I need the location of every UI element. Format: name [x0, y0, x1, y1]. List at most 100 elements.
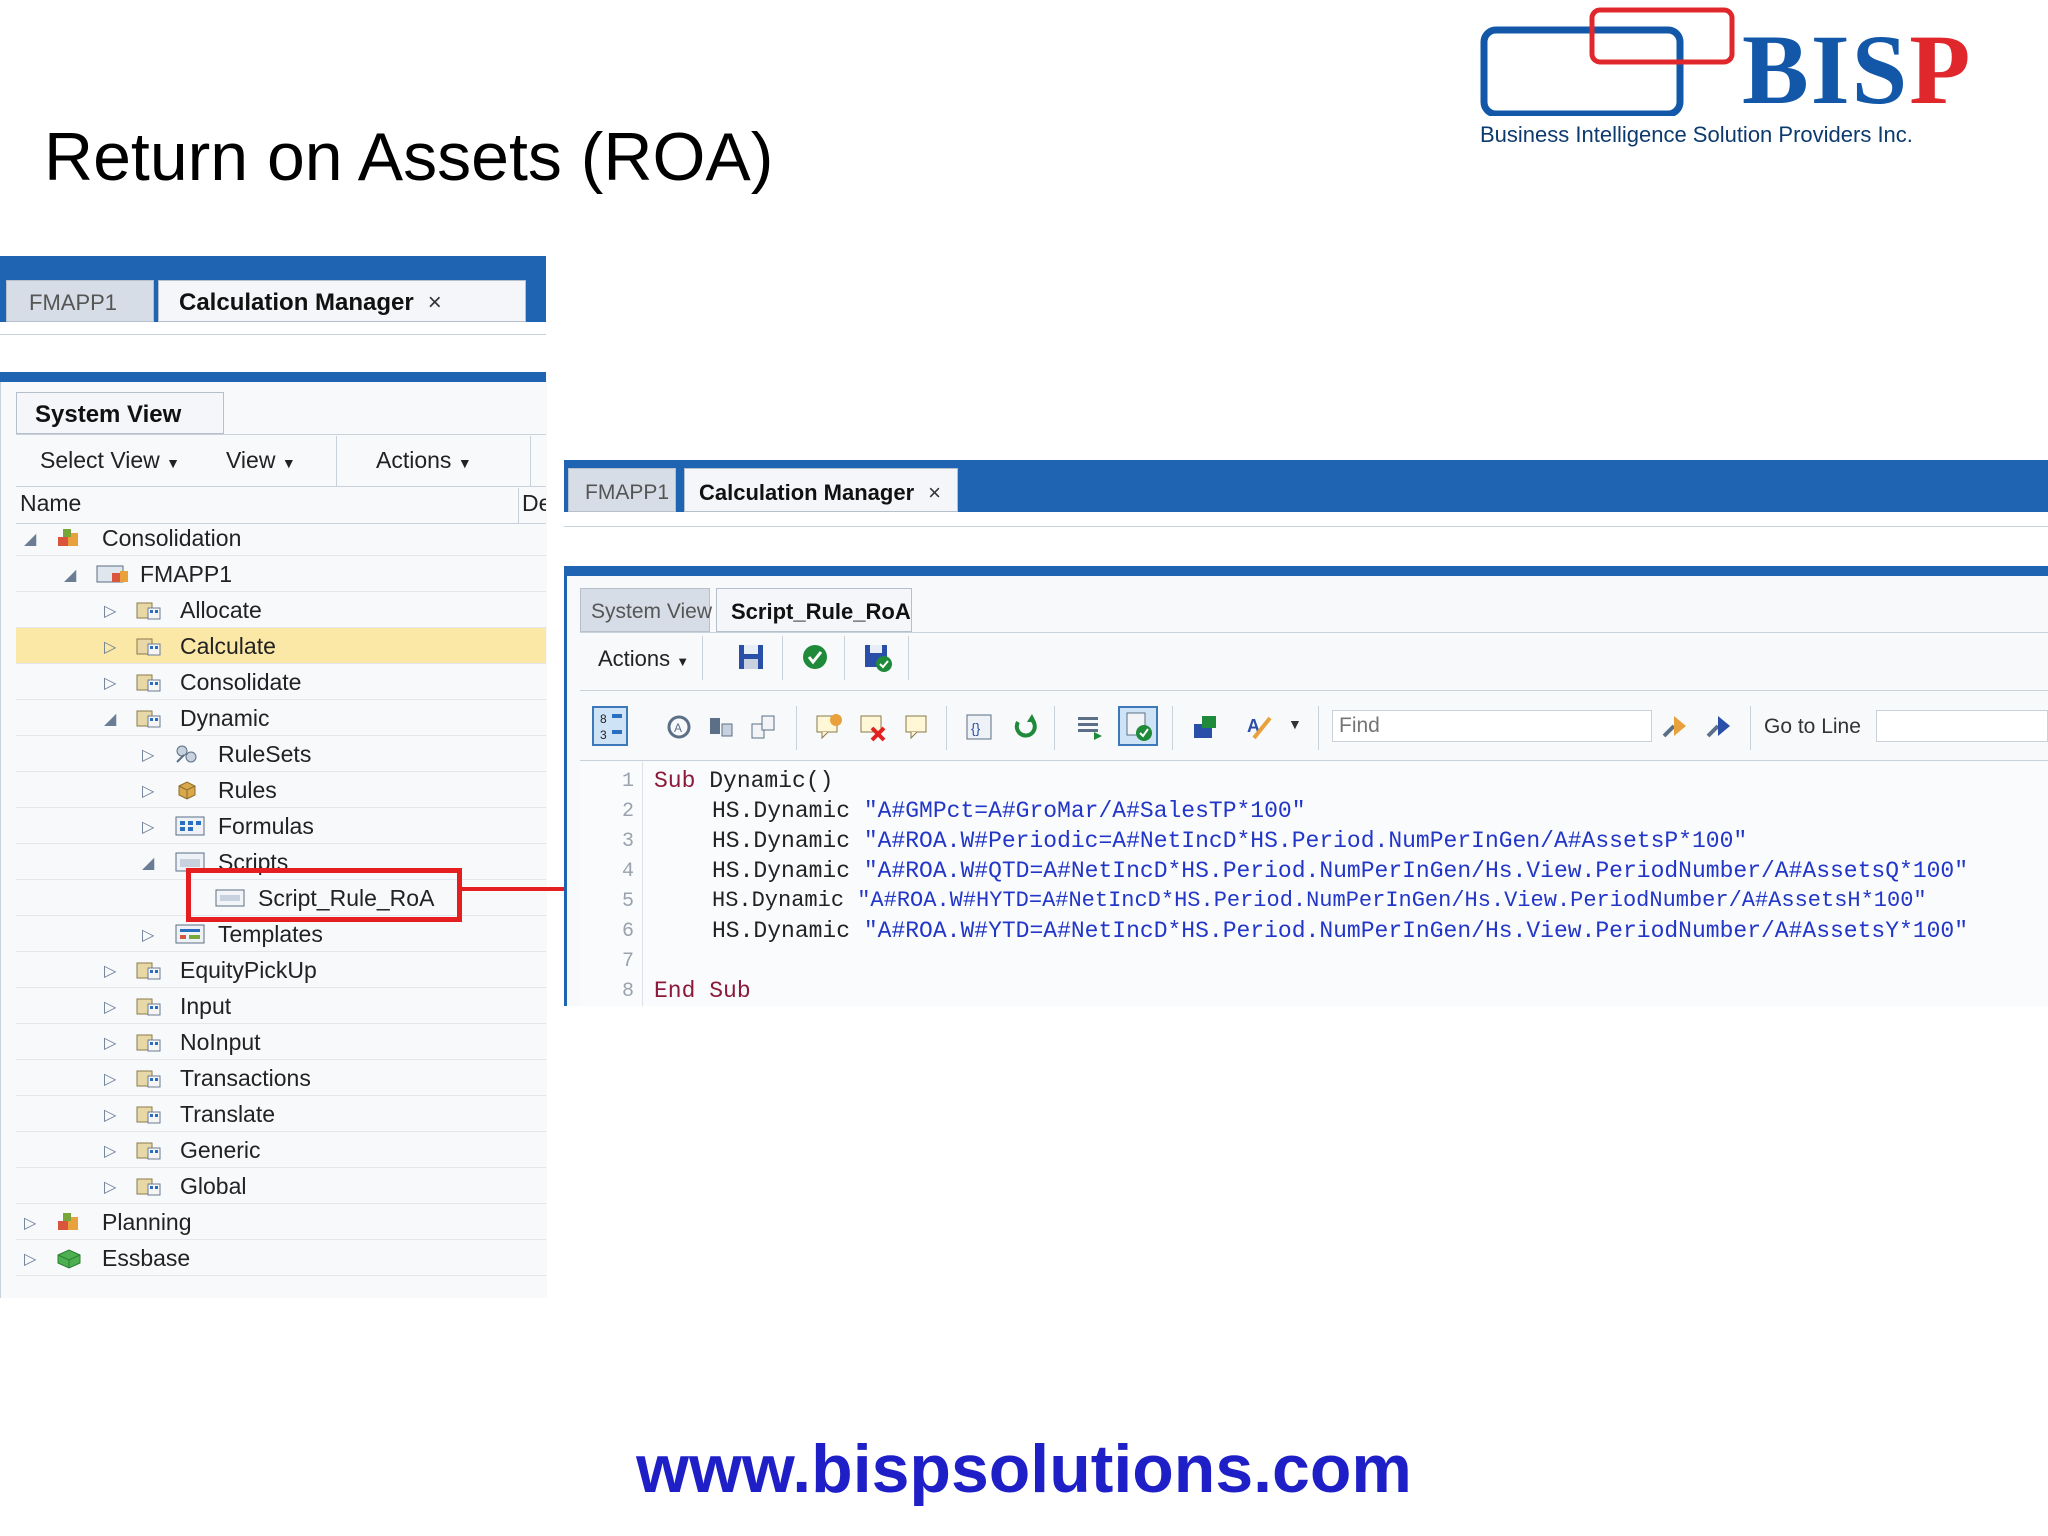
collapse-arrow-icon[interactable]: ◢: [104, 709, 116, 729]
bisp-logo: BISP Business Intelligence Solution Prov…: [1478, 6, 2048, 156]
calc-folder-icon: [136, 674, 161, 692]
syntax-check-icon[interactable]: [1118, 706, 1158, 746]
close-icon[interactable]: ×: [928, 480, 941, 505]
tree-item-translate[interactable]: ▷ Translate: [16, 1096, 546, 1132]
save-icon[interactable]: [736, 642, 766, 672]
expand-arrow-icon[interactable]: ▷: [104, 1033, 116, 1053]
spell-dropdown-icon[interactable]: ▼: [1288, 716, 1302, 732]
tree-item-generic[interactable]: ▷ Generic: [16, 1132, 546, 1168]
insert-template-icon[interactable]: [748, 712, 778, 742]
format-code-icon[interactable]: {}: [964, 712, 994, 742]
tab-script-rule-roa[interactable]: Script_Rule_RoA: [716, 588, 912, 632]
expand-arrow-icon[interactable]: ▷: [104, 601, 116, 621]
column-header-name[interactable]: Name: [20, 490, 81, 517]
footer-website-link[interactable]: www.bispsolutions.com: [0, 1430, 2048, 1508]
expand-arrow-icon[interactable]: ▷: [104, 1105, 116, 1125]
expand-arrow-icon[interactable]: ▷: [142, 817, 154, 837]
find-next-icon[interactable]: [1660, 712, 1690, 742]
calc-folder-icon: [136, 1070, 161, 1088]
expand-arrow-icon[interactable]: ▷: [104, 673, 116, 693]
expand-arrow-icon[interactable]: ▷: [104, 1069, 116, 1089]
line-number: 6: [621, 920, 634, 943]
expand-arrow-icon[interactable]: ▷: [142, 745, 154, 765]
comment-icon[interactable]: [902, 712, 932, 742]
view-menu[interactable]: View ▼: [226, 447, 296, 474]
logo-subtitle: Business Intelligence Solution Providers…: [1480, 122, 1913, 147]
tree-item-calculate[interactable]: ▷ Calculate: [16, 628, 546, 664]
validate-icon[interactable]: [800, 642, 830, 672]
tree-item-noinput[interactable]: ▷ NoInput: [16, 1024, 546, 1060]
calc-folder-icon: [136, 710, 161, 728]
tree-item-equitypickup[interactable]: ▷ EquityPickUp: [16, 952, 546, 988]
calc-folder-icon: [136, 1034, 161, 1052]
expand-arrow-icon[interactable]: ▷: [104, 1177, 116, 1197]
tree-item-dynamic[interactable]: ◢ Dynamic: [16, 700, 546, 736]
tree-item-fmapp1[interactable]: ◢ FMAPP1: [16, 556, 546, 592]
select-view-menu[interactable]: Select View ▼: [40, 447, 180, 474]
code-line-5: HS.Dynamic "A#ROA.W#HYTD=A#NetIncD*HS.Pe…: [712, 888, 1927, 913]
rules-icon: [178, 781, 196, 800]
save-validate-icon[interactable]: [862, 642, 894, 674]
delete-comment-icon[interactable]: [858, 712, 888, 742]
go-to-line-input[interactable]: [1876, 710, 2048, 742]
logo-wordmark: BISP: [1742, 14, 1973, 125]
right-subheader-bar: [564, 566, 2048, 576]
calc-folder-icon: [136, 1178, 161, 1196]
code-line-1: Sub Dynamic(): [654, 768, 834, 794]
expand-arrow-icon[interactable]: ▷: [104, 997, 116, 1017]
add-comment-icon[interactable]: [814, 712, 844, 742]
application-icon: [96, 565, 128, 583]
expand-arrow-icon[interactable]: ▷: [104, 961, 116, 981]
right-tab-fmapp1[interactable]: FMAPP1: [568, 468, 676, 512]
column-header-description[interactable]: De: [522, 490, 546, 517]
tree-item-global[interactable]: ▷ Global: [16, 1168, 546, 1204]
right-tab-calculation-manager[interactable]: Calculation Manager ×: [684, 468, 958, 512]
tree-item-essbase[interactable]: ▷ Essbase: [16, 1240, 546, 1276]
go-to-line-label: Go to Line: [1764, 715, 1861, 738]
collapse-arrow-icon[interactable]: ◢: [24, 529, 36, 549]
expand-arrow-icon[interactable]: ▷: [24, 1213, 36, 1233]
close-icon[interactable]: ×: [428, 289, 442, 316]
left-subheader-bar: [0, 372, 546, 382]
member-selector-icon[interactable]: A: [664, 712, 694, 742]
code-line-4: HS.Dynamic "A#ROA.W#QTD=A#NetIncD*HS.Per…: [712, 858, 1969, 884]
tab-fmapp1[interactable]: FMAPP1: [6, 280, 154, 322]
tree-item-rules[interactable]: ▷ Rules: [16, 772, 546, 808]
spell-check-icon[interactable]: A: [1244, 712, 1274, 742]
tree-item-input[interactable]: ▷ Input: [16, 988, 546, 1024]
slide-title: Return on Assets (ROA): [44, 119, 774, 195]
tab-system-view[interactable]: System View: [16, 392, 224, 434]
tree-item-rulesets[interactable]: ▷ RuleSets: [16, 736, 546, 772]
expand-arrow-icon[interactable]: ▷: [142, 925, 154, 945]
find-previous-icon[interactable]: [1704, 712, 1734, 742]
expand-arrow-icon[interactable]: ▷: [104, 1141, 116, 1161]
right-tab-system-view[interactable]: System View: [580, 588, 712, 632]
line-number: 2: [621, 800, 634, 823]
expand-arrow-icon[interactable]: ▷: [24, 1249, 36, 1269]
line-numbers-toggle-icon[interactable]: 83: [592, 706, 628, 746]
tree-item-consolidate[interactable]: ▷ Consolidate: [16, 664, 546, 700]
refresh-icon[interactable]: [1010, 712, 1040, 742]
tree-item-formulas[interactable]: ▷ Formulas: [16, 808, 546, 844]
tree-item-transactions[interactable]: ▷ Transactions: [16, 1060, 546, 1096]
planning-icon: [58, 1213, 78, 1230]
consolidation-icon: [58, 529, 78, 546]
expand-arrow-icon[interactable]: ▷: [142, 781, 154, 801]
list-icon[interactable]: [1074, 712, 1104, 742]
tree-item-consolidation[interactable]: ◢ Consolidation: [16, 520, 546, 556]
right-actions-menu[interactable]: Actions ▼: [598, 646, 689, 672]
tree-item-allocate[interactable]: ▷ Allocate: [16, 592, 546, 628]
find-input[interactable]: [1332, 710, 1652, 742]
tree-item-planning[interactable]: ▷ Planning: [16, 1204, 546, 1240]
tab-label: Calculation Manager: [179, 289, 414, 316]
insert-function-icon[interactable]: [706, 712, 736, 742]
collapse-arrow-icon[interactable]: ◢: [64, 565, 76, 585]
tab-calculation-manager[interactable]: Calculation Manager ×: [158, 280, 526, 322]
collapse-arrow-icon[interactable]: ◢: [142, 853, 154, 873]
code-line-8: End Sub: [654, 978, 751, 1004]
rulesets-icon: [176, 745, 197, 763]
expand-arrow-icon[interactable]: ▷: [104, 637, 116, 657]
actions-menu[interactable]: Actions ▼: [376, 447, 472, 474]
line-number: 3: [621, 830, 634, 853]
deploy-icon[interactable]: [1190, 712, 1220, 742]
